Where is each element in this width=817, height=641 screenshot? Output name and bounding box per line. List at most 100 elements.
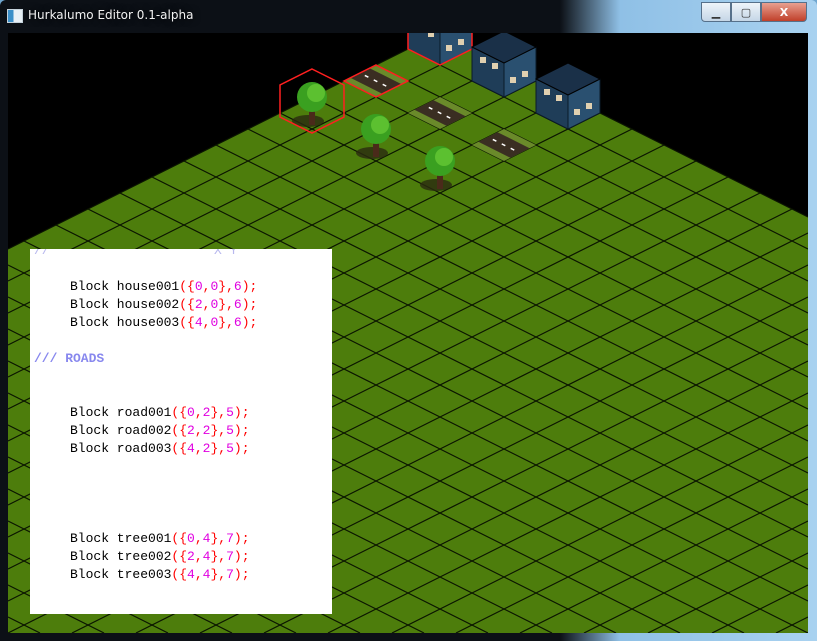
header-comment: // — [34, 249, 50, 258]
code-token: ); — [233, 441, 250, 456]
code-token: 2 — [194, 297, 203, 312]
house-window — [574, 109, 580, 115]
maximize-button[interactable]: ▢ — [731, 2, 761, 22]
title-bar[interactable]: Hurkalumo Editor 0.1-alpha ▁ ▢ X — [0, 0, 817, 32]
code-token: }, — [210, 549, 227, 564]
code-token: 0 — [187, 405, 195, 420]
code-token: Block tree002 — [70, 549, 172, 564]
code-token: Block house002 — [70, 297, 180, 312]
code-token: ({ — [179, 279, 195, 294]
code-token: 4 — [187, 567, 195, 582]
tree-canopy — [371, 116, 389, 134]
code-token: Block house003 — [70, 315, 180, 330]
house-window — [556, 95, 562, 101]
tree-canopy — [307, 84, 325, 102]
house-window — [446, 45, 452, 51]
code-token: }, — [210, 441, 227, 456]
minimize-icon: ▁ — [711, 5, 721, 19]
tree-canopy — [435, 148, 453, 166]
code-token: , — [194, 531, 203, 546]
code-token: ); — [233, 549, 250, 564]
code-token: 5 — [226, 405, 234, 420]
code-token: ({ — [171, 567, 188, 582]
code-token: 6 — [233, 279, 242, 294]
code-token: Block road002 — [70, 423, 172, 438]
code-token: ({ — [179, 315, 195, 330]
minimize-button[interactable]: ▁ — [701, 2, 731, 22]
window-title: Hurkalumo Editor 0.1-alpha — [28, 8, 194, 22]
code-token: ); — [233, 423, 250, 438]
code-token: Block road003 — [70, 441, 172, 456]
code-token: 2 — [187, 423, 195, 438]
code-token: ); — [233, 405, 250, 420]
code-panel[interactable]: // X Y /// ROADS Block house001({0,0},6)… — [30, 249, 332, 614]
code-token: ({ — [179, 297, 195, 312]
house-window — [428, 33, 434, 37]
code-token: ({ — [171, 405, 188, 420]
header-xy: X Y — [214, 249, 238, 258]
code-token: 5 — [226, 441, 234, 456]
code-token: 7 — [226, 531, 234, 546]
tree-shadow — [356, 147, 388, 159]
close-icon: X — [779, 5, 789, 19]
code-token: 0 — [187, 531, 195, 546]
maximize-icon: ▢ — [740, 5, 752, 19]
code-line: Block road001({0,2},5); — [70, 405, 250, 420]
roads-comment: /// ROADS — [34, 351, 105, 366]
code-token: ); — [241, 279, 258, 294]
code-token: ); — [233, 531, 250, 546]
code-token: ({ — [171, 441, 188, 456]
house-window — [522, 71, 528, 77]
code-line: Block road002({2,2},5); — [70, 423, 250, 438]
code-token: 6 — [233, 315, 242, 330]
code-line: Block road003({4,2},5); — [70, 441, 250, 456]
code-token: ); — [233, 567, 250, 582]
code-token: ({ — [171, 549, 188, 564]
code-token: }, — [210, 567, 227, 582]
code-token: Block house001 — [70, 279, 180, 294]
code-token: }, — [218, 297, 234, 312]
code-token: ); — [241, 297, 258, 312]
code-line: Block house002({2,0},6); — [70, 297, 257, 312]
code-line: Block house001({0,0},6); — [70, 279, 257, 294]
code-token: ); — [241, 315, 258, 330]
tree-shadow — [420, 179, 452, 191]
code-line: Block house003({4,0},6); — [70, 315, 257, 330]
code-token: Block road001 — [70, 405, 172, 420]
code-token: 6 — [233, 297, 242, 312]
code-token: Block tree003 — [70, 567, 172, 582]
code-line: Block tree003({4,4},7); — [70, 567, 250, 582]
code-token: , — [194, 405, 203, 420]
code-token: 7 — [226, 549, 234, 564]
code-token: }, — [210, 423, 227, 438]
app-window: Hurkalumo Editor 0.1-alpha ▁ ▢ X // X Y … — [0, 0, 817, 641]
code-token: 4 — [194, 315, 203, 330]
house-window — [544, 89, 550, 95]
code-token: 2 — [187, 549, 195, 564]
house-window — [480, 57, 486, 63]
code-token: }, — [218, 279, 234, 294]
code-token: 7 — [226, 567, 234, 582]
app-icon — [7, 9, 23, 23]
code-line: Block tree001({0,4},7); — [70, 531, 250, 546]
code-token: , — [194, 423, 203, 438]
code-token: 4 — [187, 441, 195, 456]
code-token: , — [194, 567, 203, 582]
code-token: }, — [210, 405, 227, 420]
code-token: ({ — [171, 531, 188, 546]
game-viewport[interactable]: // X Y /// ROADS Block house001({0,0},6)… — [8, 33, 808, 633]
code-token: , — [194, 549, 203, 564]
code-token: }, — [218, 315, 234, 330]
code-token: 5 — [226, 423, 234, 438]
house-window — [458, 39, 464, 45]
code-line: Block tree002({2,4},7); — [70, 549, 250, 564]
code-token: , — [194, 441, 203, 456]
house-window — [492, 63, 498, 69]
house-window — [586, 103, 592, 109]
code-token: ({ — [171, 423, 188, 438]
code-token: Block tree001 — [70, 531, 172, 546]
code-token: 0 — [194, 279, 203, 294]
close-button[interactable]: X — [761, 2, 807, 22]
house-window — [510, 77, 516, 83]
code-token: }, — [210, 531, 227, 546]
